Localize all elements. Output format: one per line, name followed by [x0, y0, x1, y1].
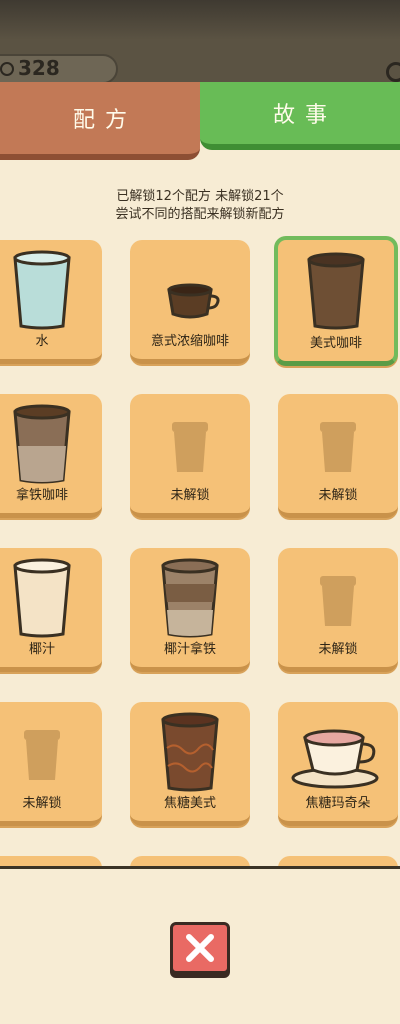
- recipe-label: 椰汁: [28, 642, 55, 657]
- coin-value: 328: [18, 56, 60, 80]
- unlock-hint-text: 尝试不同的搭配来解锁新配方: [115, 207, 285, 222]
- locked-cup-icon: [172, 422, 208, 472]
- recipe-card-locked[interactable]: 未解锁: [278, 548, 398, 672]
- caramel-macchiato-cup-icon: [291, 729, 379, 789]
- recipe-card-partial[interactable]: [278, 856, 398, 866]
- recipe-label: 未解锁: [22, 796, 62, 811]
- locked-cup-icon: [320, 576, 356, 626]
- recipe-card-water[interactable]: 水: [0, 240, 102, 364]
- tab-story-label: 故事: [272, 103, 337, 128]
- recipe-grid: 水 意式浓缩咖啡 美式咖啡 拿铁咖啡 未解锁 未解锁 椰汁 椰汁拿铁 未解锁 未…: [0, 236, 400, 866]
- gear-icon[interactable]: [386, 62, 400, 82]
- americano-cup-icon: [307, 252, 365, 330]
- close-button[interactable]: [170, 922, 230, 974]
- recipe-label: 水: [35, 334, 49, 349]
- top-status-bar: 328: [0, 0, 400, 82]
- recipe-card-partial[interactable]: [0, 856, 102, 866]
- water-cup-icon: [13, 250, 71, 330]
- recipe-card-partial[interactable]: [130, 856, 250, 866]
- recipe-label: 美式咖啡: [309, 336, 362, 351]
- recipe-card-locked[interactable]: 未解锁: [130, 394, 250, 518]
- unlock-summary: 已解锁12个配方 未解锁21个 尝试不同的搭配来解锁新配方: [0, 188, 400, 224]
- close-icon: [186, 934, 214, 962]
- caramel-americano-cup-icon: [161, 712, 219, 792]
- locked-cup-icon: [24, 730, 60, 780]
- top-faded-strip: [0, 0, 400, 40]
- recipe-card-locked[interactable]: 未解锁: [0, 702, 102, 826]
- recipe-card-coconut-latte[interactable]: 椰汁拿铁: [130, 548, 250, 672]
- recipe-card-americano[interactable]: 美式咖啡: [274, 236, 398, 366]
- coin-icon: [0, 62, 14, 76]
- recipe-label: 未解锁: [318, 488, 358, 503]
- recipe-label: 未解锁: [170, 488, 210, 503]
- recipe-card-espresso[interactable]: 意式浓缩咖啡: [130, 240, 250, 364]
- recipe-label: 焦糖美式: [163, 796, 216, 811]
- tab-recipes[interactable]: 配方: [0, 82, 200, 160]
- recipe-label: 意式浓缩咖啡: [150, 334, 229, 349]
- espresso-cup-icon: [167, 283, 220, 319]
- tab-story[interactable]: 故事: [200, 82, 400, 150]
- recipe-label: 椰汁拿铁: [163, 642, 216, 657]
- recipe-card-caramel-americano[interactable]: 焦糖美式: [130, 702, 250, 826]
- latte-cup-icon: [13, 404, 71, 484]
- coconut-milk-cup-icon: [13, 558, 71, 638]
- recipe-card-caramel-macchiato[interactable]: 焦糖玛奇朵: [278, 702, 398, 826]
- tab-recipes-label: 配方: [72, 108, 137, 133]
- recipe-label: 未解锁: [318, 642, 358, 657]
- coconut-latte-cup-icon: [161, 558, 219, 638]
- recipe-label: 拿铁咖啡: [15, 488, 68, 503]
- locked-cup-icon: [320, 422, 356, 472]
- unlock-count-text: 已解锁12个配方 未解锁21个: [116, 189, 284, 204]
- recipe-label: 焦糖玛奇朵: [305, 796, 371, 811]
- recipe-card-locked[interactable]: 未解锁: [278, 394, 398, 518]
- recipe-card-latte[interactable]: 拿铁咖啡: [0, 394, 102, 518]
- recipe-card-coconut-milk[interactable]: 椰汁: [0, 548, 102, 672]
